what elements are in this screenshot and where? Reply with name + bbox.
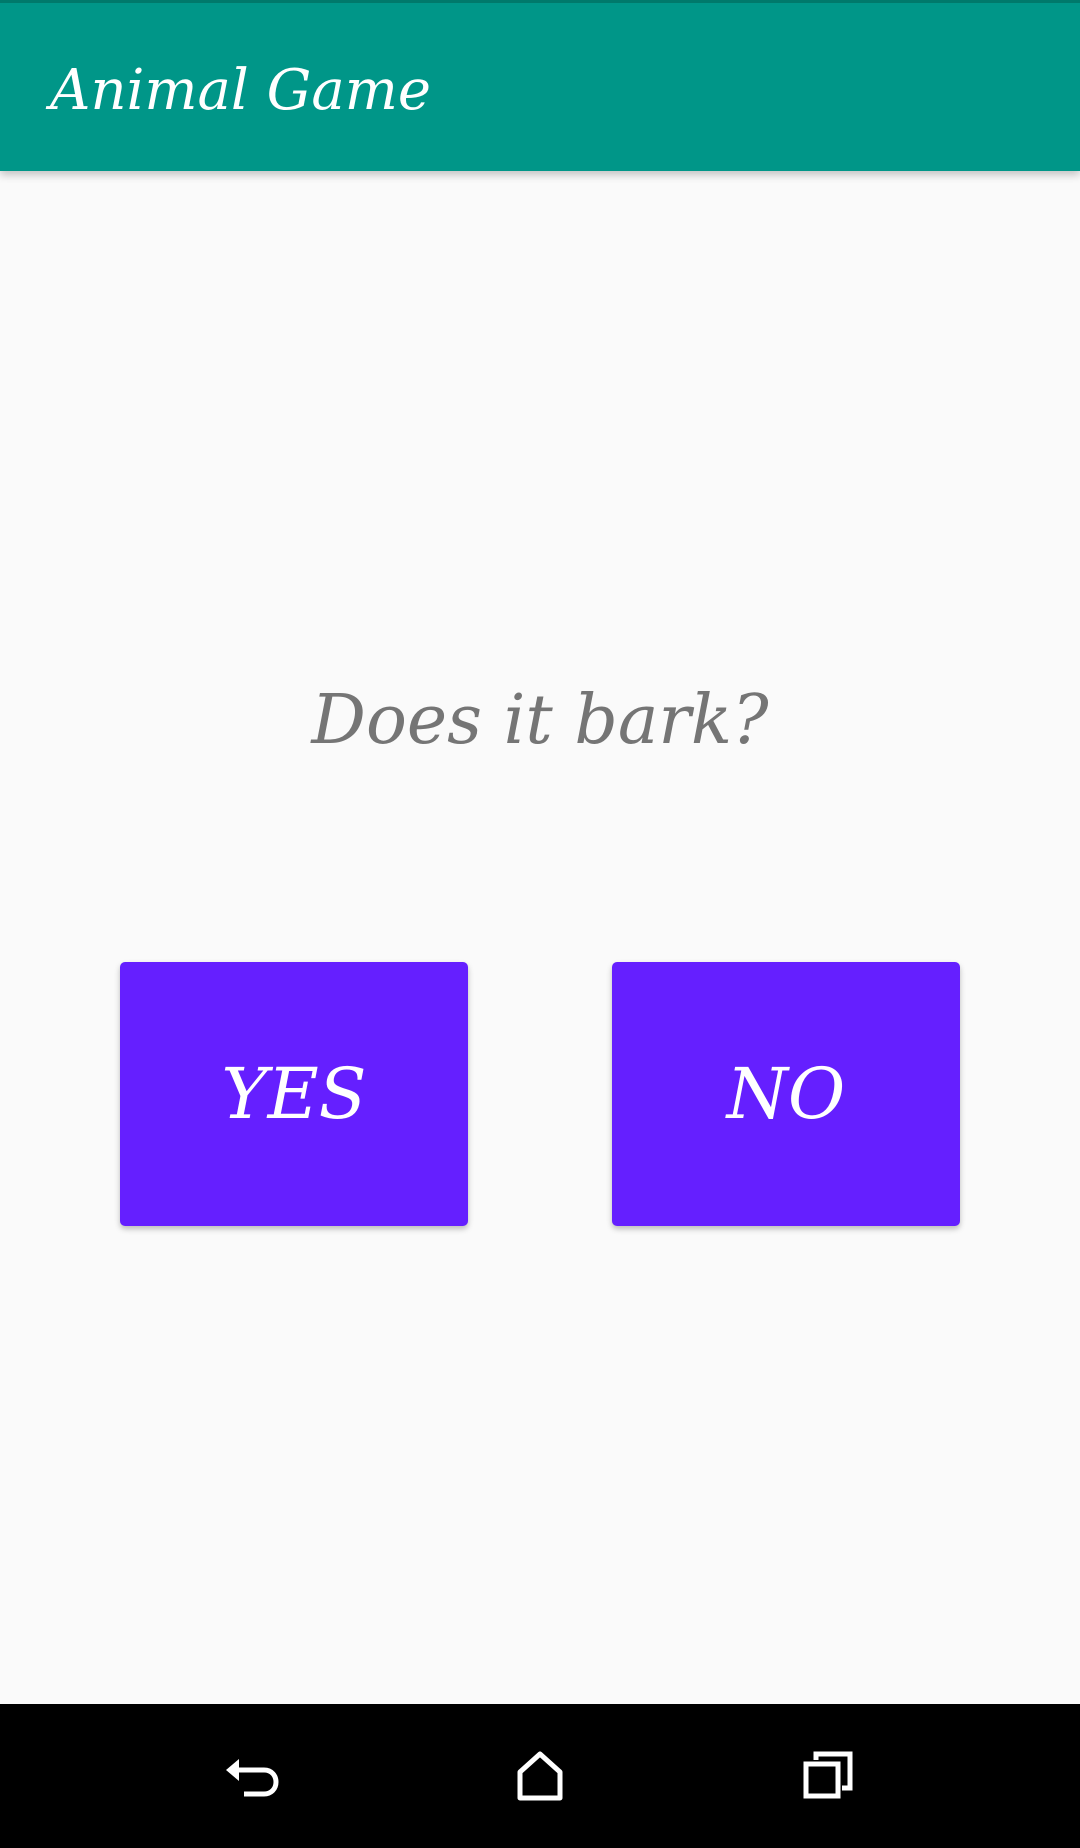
home-button[interactable] [504, 1740, 576, 1812]
main-content: Does it bark? YES NO [0, 171, 1080, 1704]
question-text: Does it bark? [311, 681, 769, 760]
back-icon [226, 1759, 279, 1797]
back-button[interactable] [216, 1740, 288, 1812]
no-button[interactable]: NO [612, 962, 960, 1226]
app-title: Animal Game [50, 58, 431, 123]
recents-icon [803, 1751, 853, 1799]
system-navigation-bar [0, 1704, 1080, 1848]
recents-button[interactable] [792, 1740, 864, 1812]
home-icon [517, 1751, 563, 1801]
app-bar: Animal Game [0, 0, 1080, 171]
yes-button[interactable]: YES [120, 962, 468, 1226]
